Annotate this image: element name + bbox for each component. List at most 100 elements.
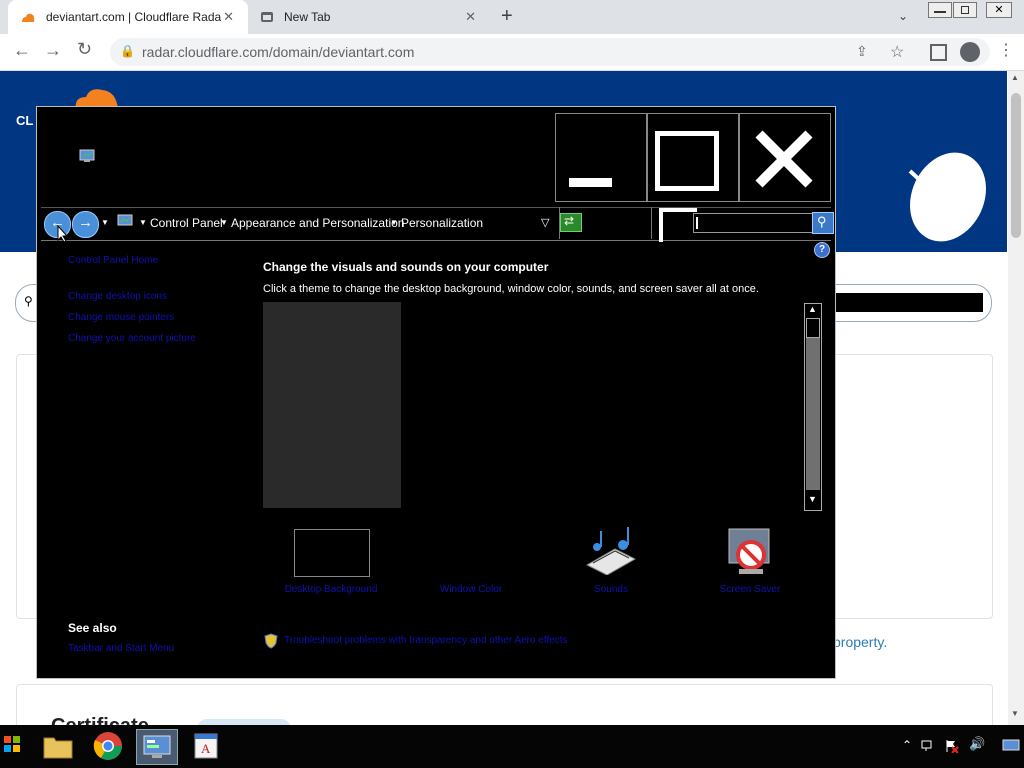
cloudflare-favicon-icon [22, 13, 35, 22]
property-link-fragment[interactable]: property. [833, 634, 887, 650]
main-subheading: Click a theme to change the desktop back… [263, 283, 759, 295]
scroll-down-icon[interactable]: ▼ [808, 494, 817, 504]
scroll-thumb[interactable] [806, 318, 820, 338]
back-icon[interactable]: ← [13, 40, 31, 61]
network-icon[interactable] [921, 739, 935, 753]
browser-toolbar: ← → ↻ 🔒 radar.cloudflare.com/domain/devi… [0, 34, 1024, 71]
menu-kebab-icon[interactable]: ⋮ [998, 40, 1014, 60]
search-button[interactable]: ⚲ [812, 212, 834, 234]
minimize-button[interactable] [928, 2, 952, 18]
divider [651, 207, 652, 239]
scroll-up-icon[interactable]: ▲ [1011, 73, 1019, 82]
scroll-track [806, 338, 820, 490]
control-panel-window-icon [79, 149, 95, 162]
tab-cloudflare-radar[interactable]: deviantart.com | Cloudflare Radar ✕ [8, 0, 248, 34]
chevron-down-icon[interactable]: ▼ [220, 218, 228, 227]
taskbar-chrome[interactable] [88, 729, 128, 763]
search-frame [659, 208, 697, 242]
search-field-dark-area [833, 293, 983, 312]
taskbar-file-explorer[interactable] [38, 729, 78, 763]
mouse-cursor-icon [57, 225, 69, 243]
taskbar: A ⌃ 🔊 [0, 725, 1024, 768]
theme-preview[interactable] [263, 302, 401, 508]
window-minimize-button[interactable] [555, 113, 647, 202]
reload-icon[interactable]: ↻ [77, 39, 92, 60]
svg-text:A: A [201, 741, 211, 756]
tab-strip: deviantart.com | Cloudflare Radar ✕ New … [0, 0, 1024, 34]
tab-new-tab[interactable]: New Tab ✕ [250, 0, 490, 34]
sounds-icon[interactable] [585, 525, 637, 575]
link-control-panel-home[interactable]: Control Panel Home [68, 255, 158, 266]
profile-avatar-icon[interactable] [960, 42, 980, 62]
control-panel-icon [143, 735, 171, 758]
tray-expand-icon[interactable]: ⌃ [902, 738, 912, 752]
link-screen-saver[interactable]: Screen Saver [689, 584, 811, 595]
close-tab-icon[interactable]: ✕ [465, 9, 476, 25]
breadcrumb-control-panel[interactable]: Control Panel [150, 216, 223, 230]
recent-pages-dropdown-icon[interactable]: ▼ [101, 218, 109, 227]
window-maximize-button[interactable] [647, 113, 739, 202]
help-icon[interactable]: ? [814, 242, 830, 258]
refresh-button[interactable]: ⇄ [560, 213, 582, 232]
link-troubleshoot-aero[interactable]: Troubleshoot problems with transparency … [284, 635, 568, 646]
url-text: radar.cloudflare.com/domain/deviantart.c… [142, 44, 415, 60]
lock-icon: 🔒 [120, 44, 135, 58]
start-button[interactable] [2, 734, 24, 756]
tab-title: deviantart.com | Cloudflare Radar [46, 10, 221, 24]
close-icon [755, 130, 813, 188]
search-icon: ⚲ [817, 214, 827, 229]
new-tab-favicon-icon [261, 12, 273, 22]
close-window-button[interactable]: ✕ [986, 2, 1012, 18]
address-history-dropdown-icon[interactable]: ▽ [541, 216, 549, 229]
control-panel-icon [117, 214, 133, 226]
new-tab-button[interactable]: + [501, 5, 513, 28]
chevron-down-icon[interactable]: ▼ [139, 218, 147, 227]
search-icon: ⚲ [24, 294, 33, 308]
window-close-button[interactable] [739, 113, 831, 202]
link-desktop-background[interactable]: Desktop Background [270, 584, 392, 595]
brand-fragment: CL [16, 113, 34, 128]
forward-icon[interactable]: → [44, 40, 62, 61]
shield-icon [264, 633, 278, 649]
show-desktop-icon[interactable] [1002, 739, 1020, 753]
volume-icon[interactable]: 🔊 [969, 736, 985, 752]
nav-forward-button[interactable]: → [72, 211, 99, 238]
link-change-mouse-pointers[interactable]: Change mouse pointers [68, 312, 174, 323]
link-change-desktop-icons[interactable]: Change desktop icons [68, 291, 167, 302]
screen-saver-icon[interactable] [725, 527, 775, 577]
action-center-icon[interactable] [945, 739, 959, 753]
theme-list-scrollbar[interactable]: ▲ ▼ [804, 303, 822, 511]
page-scroll-thumb[interactable] [1011, 93, 1021, 238]
desktop-background-thumbnail[interactable] [294, 529, 370, 577]
taskbar-control-panel[interactable] [136, 729, 178, 765]
side-panel-icon[interactable] [930, 44, 947, 61]
wordpad-icon: A [194, 733, 218, 759]
share-icon[interactable]: ⇪ [856, 43, 868, 60]
link-window-color[interactable]: Window Color [410, 584, 532, 595]
scroll-up-icon[interactable]: ▲ [808, 304, 817, 314]
scroll-down-icon[interactable]: ▼ [1011, 709, 1019, 718]
breadcrumb-personalization[interactable]: Personalization [401, 216, 483, 230]
page-scrollbar[interactable]: ▲ ▼ [1008, 71, 1024, 725]
chrome-icon [93, 732, 122, 760]
search-control-panel-input[interactable] [693, 213, 813, 233]
explorer-address-bar: ← → ▼ ▼ Control Panel ▼ Appearance and P… [41, 207, 834, 242]
tab-search-icon[interactable]: ⌄ [898, 9, 908, 23]
link-change-account-picture[interactable]: Change your account picture [68, 333, 196, 344]
see-also-heading: See also [68, 621, 117, 635]
link-sounds[interactable]: Sounds [550, 584, 672, 595]
close-tab-icon[interactable]: ✕ [223, 9, 234, 25]
taskbar-wordpad[interactable]: A [186, 729, 226, 763]
personalization-window: ← → ▼ ▼ Control Panel ▼ Appearance and P… [36, 106, 836, 679]
link-taskbar-start-menu[interactable]: Taskbar and Start Menu [68, 643, 174, 654]
chevron-down-icon[interactable]: ▼ [390, 218, 398, 227]
main-heading: Change the visuals and sounds on your co… [263, 260, 549, 274]
tab-title: New Tab [284, 10, 331, 24]
windows-logo-icon [4, 736, 20, 752]
folder-icon [43, 737, 73, 759]
breadcrumb-appearance[interactable]: Appearance and Personalization [231, 216, 404, 230]
address-bar[interactable]: 🔒 radar.cloudflare.com/domain/deviantart… [110, 38, 990, 66]
bookmark-star-icon[interactable]: ☆ [890, 42, 904, 62]
satellite-dish-icon [908, 152, 986, 242]
restore-button[interactable] [953, 2, 977, 18]
